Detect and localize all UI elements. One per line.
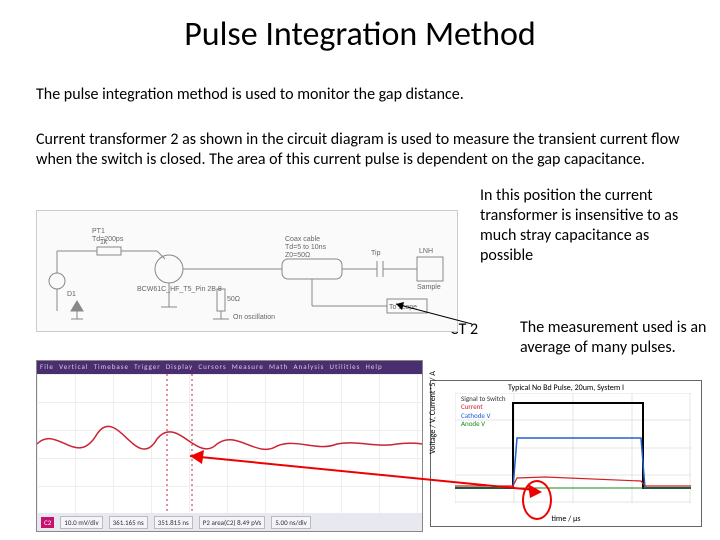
- circuit-label-coax: Coax cable: [285, 236, 320, 243]
- paragraph-position-note: In this position the current transformer…: [480, 186, 695, 266]
- red-callout-arrow: [190, 448, 550, 508]
- circuit-label-pt1: PT1: [92, 228, 105, 235]
- circuit-label-sample: Sample: [417, 284, 441, 291]
- scope-footer: C2 10.0 mV/div 361.165 ns 351.815 ns P2 …: [37, 513, 422, 531]
- circuit-label-coax-td: Td=5 to 10ns: [285, 244, 327, 251]
- scope-menubar: File Vertical Timebase Trigger Display C…: [37, 361, 422, 375]
- circuit-label-rterm: 50Ω: [227, 296, 240, 303]
- circuit-label-bjt: BCW61C_HF_T5_Pin 2B 8: [137, 286, 222, 293]
- plot2-xlabel: time / µs: [431, 514, 701, 524]
- paragraph-ct2-desc: Current transformer 2 as shown in the ci…: [36, 130, 684, 170]
- paragraph-averaging-note: The measurement used is an average of ma…: [520, 318, 710, 358]
- circuit-label-d1: D1: [67, 291, 76, 298]
- plot2-ylabel: Voltage / V, Current*5 / A: [428, 371, 438, 454]
- paragraph-intro: The pulse integration method is used to …: [36, 85, 684, 105]
- circuit-label-osc: On oscillation: [233, 314, 275, 321]
- circuit-label-lnh: LNH: [419, 248, 433, 255]
- slide-title: Pulse Integration Method: [0, 14, 720, 55]
- plot2-legend: Signal to Switch Current Cathode V Anode…: [461, 395, 506, 429]
- circuit-label-coax-z: Z0=50Ω: [285, 252, 310, 259]
- red-highlight-ellipse: [522, 480, 552, 520]
- circuit-label-tip: Tip: [371, 250, 381, 257]
- plot2-title: Typical No Bd Pulse, 20um, System I: [431, 381, 701, 393]
- scope-channel-chip: C2: [41, 517, 54, 528]
- circuit-label-pt1-val: Td=200ps: [92, 236, 124, 243]
- arrow-ct2: [392, 300, 484, 330]
- circuit-label-rin: 1k: [100, 239, 108, 246]
